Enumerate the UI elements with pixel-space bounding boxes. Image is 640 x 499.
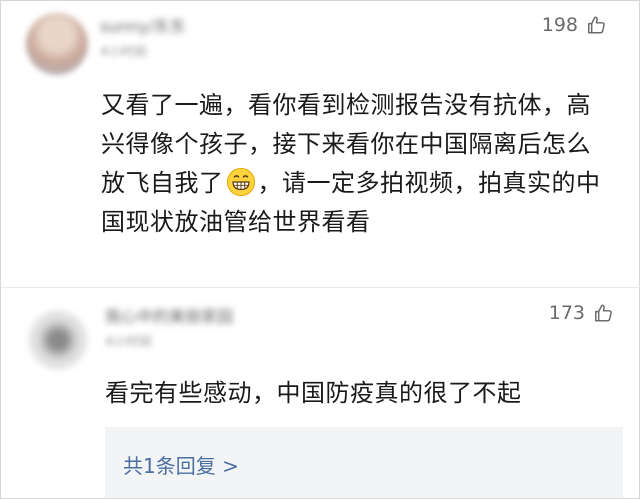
grinning-face-emoji: [226, 167, 255, 197]
comment-time: 4小时前: [105, 335, 153, 350]
comment-text: 看完有些感动，中国防疫真的很了不起: [105, 379, 522, 407]
like-button[interactable]: 198: [542, 14, 608, 36]
user-avatar[interactable]: [28, 310, 88, 370]
like-count: 198: [541, 14, 578, 36]
comment-text: 又看了一遍，看你看到检测报告没有抗体，高兴得像个孩子，接下来看你在中国隔离后怎么…: [101, 86, 611, 242]
thumbs-up-icon: [588, 16, 605, 34]
username[interactable]: sunny/东东: [100, 13, 186, 37]
comment-list: sunny/东东 4小时前 198 又看了一遍，看你看到检测报告没有抗体，高兴得…: [0, 0, 640, 499]
comment-item: 我心中的美丽家园 4小时前 173 看完有些感动，中国防疫真的很了不起 共1条回…: [1, 288, 640, 499]
thumbs-up-icon: [595, 304, 612, 322]
comment-item: sunny/东东 4小时前 198 又看了一遍，看你看到检测报告没有抗体，高兴得…: [1, 1, 640, 287]
like-button[interactable]: 173: [549, 302, 615, 324]
like-count: 173: [548, 302, 585, 324]
user-avatar[interactable]: [26, 13, 88, 75]
replies-box: 共1条回复 >: [105, 427, 623, 498]
comment-time: 4小时前: [100, 45, 148, 60]
username[interactable]: 我心中的美丽家园: [105, 303, 233, 327]
view-replies-link[interactable]: 共1条回复 >: [123, 450, 239, 479]
